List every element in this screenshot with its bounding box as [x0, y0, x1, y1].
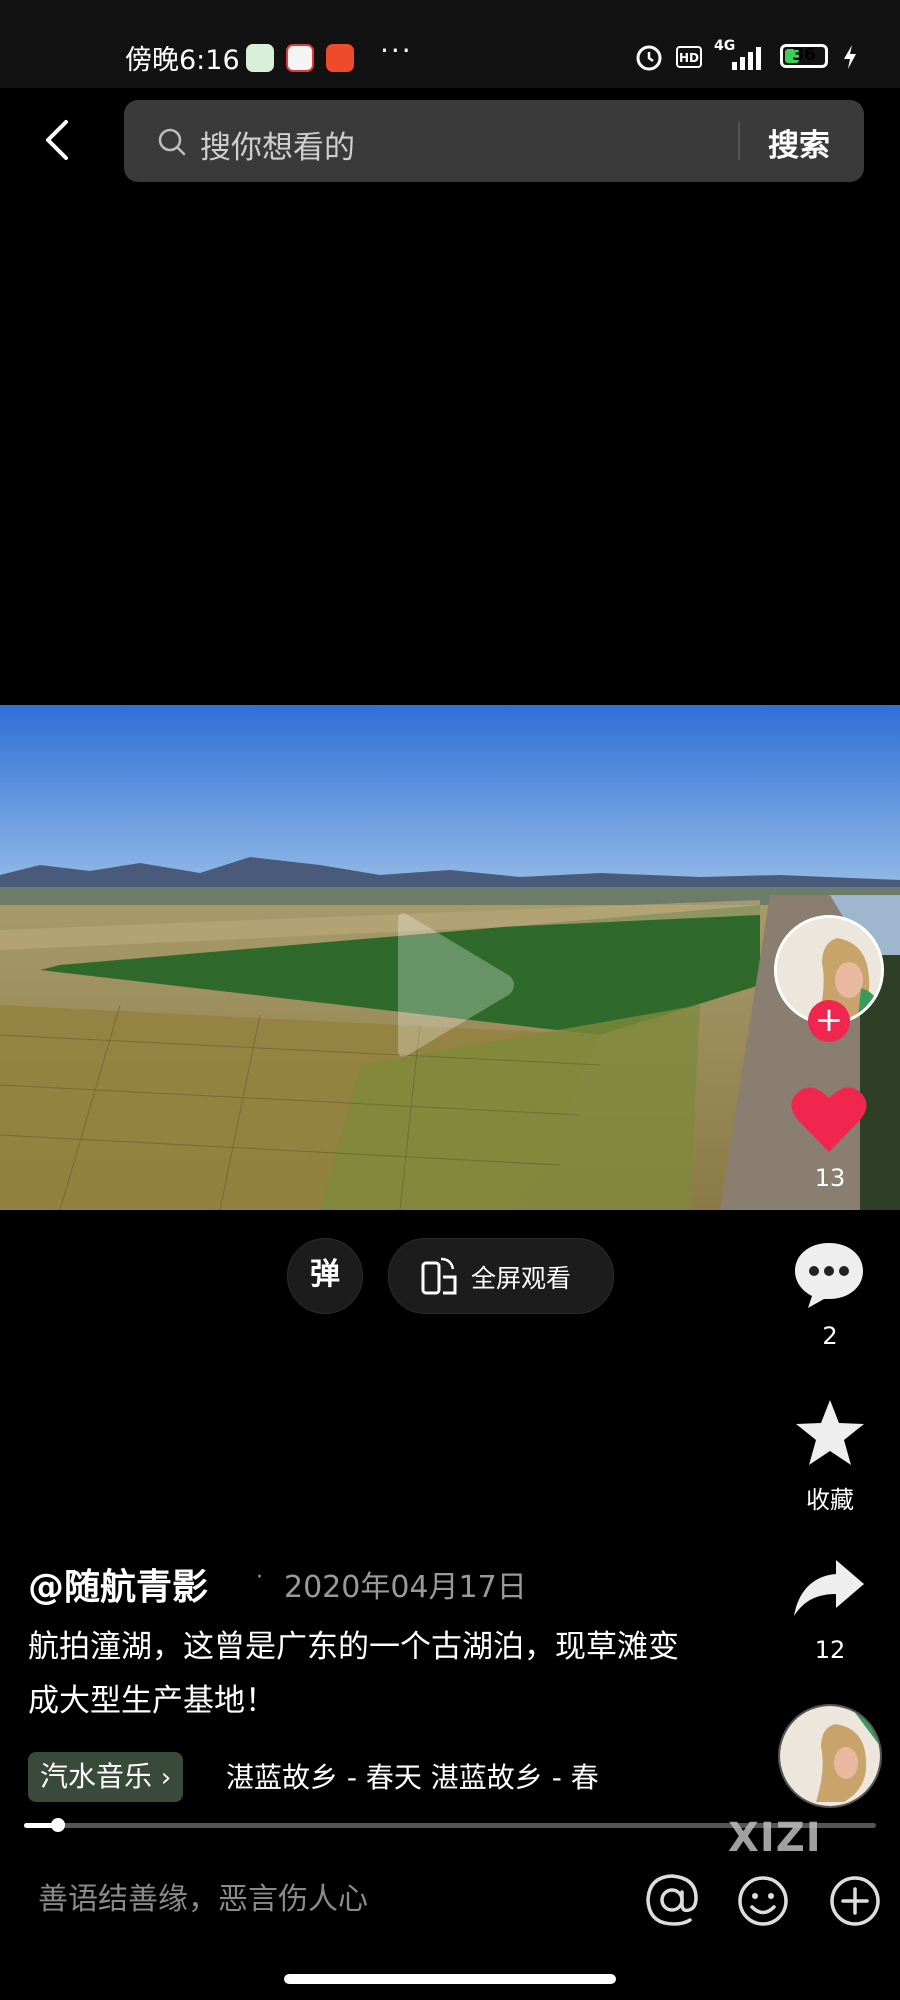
danmu-label: 弹 [310, 1257, 340, 1292]
status-time: 傍晚6:16 [125, 45, 240, 76]
play-icon[interactable] [390, 910, 520, 1060]
share-count: 12 [814, 1636, 846, 1664]
music-source-tag[interactable]: 汽水音乐 › [28, 1752, 184, 1802]
battery-icon: 36 [780, 44, 828, 68]
favorite-star-icon[interactable] [794, 1398, 866, 1468]
search-divider [738, 122, 740, 160]
comment-count: 2 [822, 1322, 838, 1350]
fullscreen-button[interactable]: 全屏观看 [388, 1238, 614, 1314]
mention-icon[interactable] [644, 1872, 700, 1928]
signal-icon [732, 47, 761, 70]
meta-separator: · [256, 1565, 263, 1590]
music-disc-avatar[interactable] [778, 1704, 882, 1808]
alarm-icon [636, 45, 662, 71]
watermark: XIZI [728, 1815, 822, 1861]
add-plus-icon[interactable] [828, 1874, 882, 1928]
share-icon[interactable] [792, 1556, 868, 1620]
charging-icon [844, 45, 856, 69]
comment-input[interactable]: 善语结善缘，恶言伤人心 [38, 1874, 368, 1918]
music-source-label: 汽水音乐 [40, 1760, 153, 1793]
wechat-app-icon [246, 44, 274, 72]
author-name[interactable]: @随航青影 [28, 1558, 208, 1610]
hd-icon: HD [676, 46, 702, 68]
more-notifications-icon: ··· [380, 34, 413, 67]
taobao-app-icon [326, 44, 354, 72]
battery-level: 36 [792, 45, 816, 65]
status-bar: 傍晚6:16 ··· HD 4G 36 [0, 0, 900, 88]
like-icon[interactable] [790, 1084, 868, 1154]
favorite-label: 收藏 [806, 1486, 854, 1514]
follow-button[interactable]: + [808, 1000, 850, 1042]
like-count: 13 [814, 1164, 846, 1192]
fullscreen-label: 全屏观看 [471, 1264, 572, 1293]
post-description[interactable]: 航拍潼湖，这曾是广东的一个古湖泊，现草滩变成大型生产基地！ [28, 1620, 688, 1728]
emoji-icon[interactable] [736, 1874, 790, 1928]
home-indicator[interactable] [284, 1974, 616, 1984]
search-input[interactable]: 搜你想看的 [200, 122, 355, 167]
music-track-name[interactable]: 湛蓝故乡 - 春天 湛蓝故乡 - 春 [226, 1756, 666, 1796]
chevron-right-icon: › [160, 1763, 172, 1793]
rotate-screen-icon [421, 1257, 457, 1295]
search-icon [158, 128, 186, 156]
comment-icon[interactable] [792, 1240, 866, 1310]
back-arrow-icon[interactable] [38, 118, 82, 162]
search-button[interactable]: 搜索 [768, 120, 830, 165]
post-date: 2020年04月17日 [284, 1570, 527, 1605]
pinduoduo-app-icon [286, 44, 314, 72]
danmu-toggle-button[interactable]: 弹 [287, 1238, 363, 1314]
music-disc-icon [780, 1706, 880, 1806]
video-progress-thumb[interactable] [51, 1818, 65, 1832]
